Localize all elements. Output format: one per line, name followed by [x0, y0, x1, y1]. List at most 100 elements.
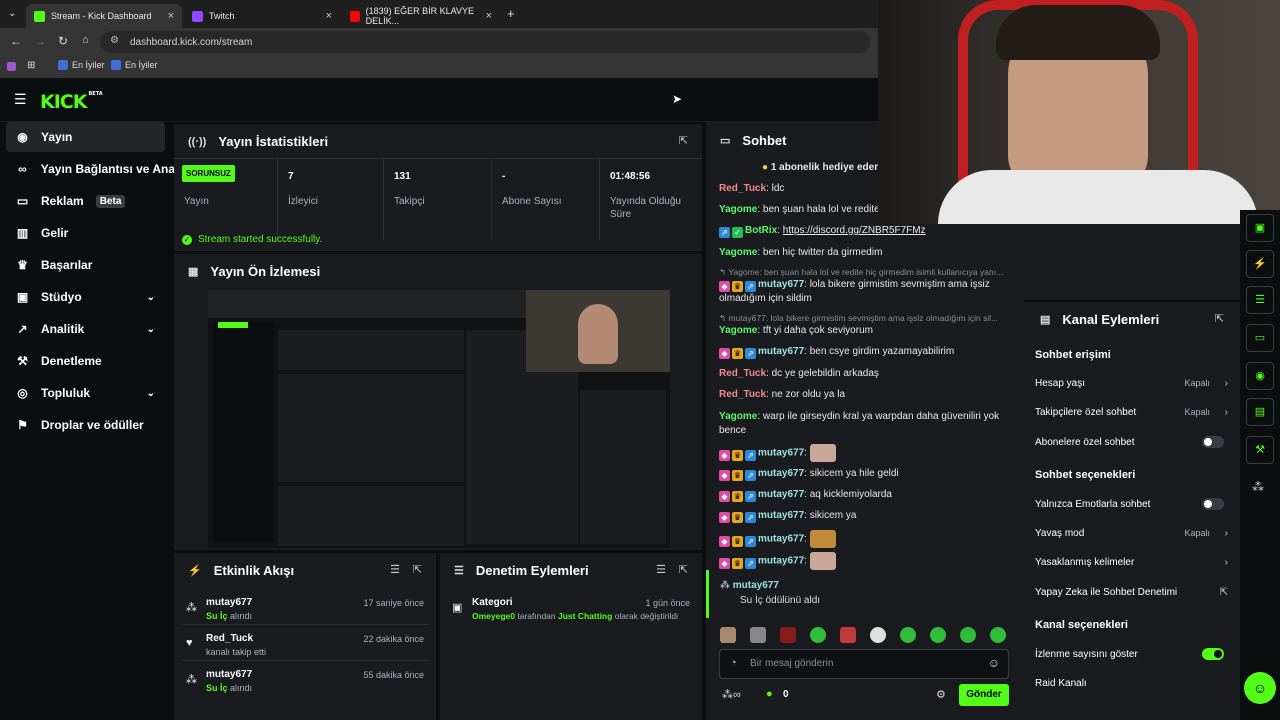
sidebar-item-reklam[interactable]: ▭ Reklam Beta	[6, 186, 165, 216]
bookmark-label: En İyiler	[72, 60, 105, 70]
sidebar-item-stream-key[interactable]: ∞ Yayın Bağlantısı ve Anahtarı	[6, 154, 178, 184]
setting-ai-moderation[interactable]: Yapay Zeka ile Sohbet Denetimi ⇱	[1035, 583, 1228, 601]
tab-youtube[interactable]: (1839) EĞER BİR KLAVYE DELİK... ×	[342, 4, 500, 28]
support-chat-icon[interactable]: ☺	[1244, 672, 1276, 704]
points-icon: ⁂	[186, 602, 197, 614]
kick-logo[interactable]: KICK BETA	[40, 91, 103, 113]
popout-icon[interactable]: ⇱	[1215, 312, 1224, 325]
chat-input[interactable]: ◔ Bir mesaj gönderin ☺	[719, 649, 1009, 679]
chat-message: ◆ ♛ ⇗ mutay677:	[719, 552, 1009, 570]
popout-icon[interactable]: ⇱	[679, 134, 688, 147]
close-icon[interactable]: ×	[326, 10, 332, 22]
tab-kick-dashboard[interactable]: Stream - Kick Dashboard ×	[26, 4, 182, 28]
chat-username[interactable]: Red_Tuck	[719, 183, 766, 194]
feed-user[interactable]: mutay677	[206, 669, 252, 680]
hammer-icon[interactable]: ⚒	[1246, 436, 1274, 464]
setting-banned-words[interactable]: Yasaklanmış kelimeler ›	[1035, 553, 1228, 571]
reward-user[interactable]: mutay677	[733, 580, 779, 591]
chat-username[interactable]: Red_Tuck	[719, 389, 766, 400]
filter-icon[interactable]: ☰	[390, 563, 400, 576]
popout-icon[interactable]: ⇱	[679, 563, 688, 576]
filter-icon[interactable]: ☰	[656, 563, 666, 576]
menu-icon[interactable]: ☰	[14, 91, 27, 108]
emote-button[interactable]	[780, 627, 796, 643]
broadcast-icon[interactable]: ◉	[1246, 362, 1274, 390]
chat-username[interactable]: BotRix	[745, 225, 777, 236]
emote-button[interactable]	[960, 627, 976, 643]
chat-username[interactable]: mutay677	[758, 346, 804, 357]
back-icon[interactable]: ←	[10, 34, 22, 48]
reload-icon[interactable]: ↻	[58, 34, 68, 48]
setting-account-age[interactable]: Hesap yaşı Kapalı ›	[1035, 374, 1228, 392]
chat-username[interactable]: Yagome	[719, 325, 757, 336]
emote-button[interactable]	[930, 627, 946, 643]
emote-button[interactable]	[720, 627, 736, 643]
emote-button[interactable]	[870, 627, 886, 643]
feed-user[interactable]: mutay677	[206, 597, 252, 608]
stream-preview-video[interactable]	[208, 290, 670, 548]
beta-badge: BETA	[88, 91, 103, 97]
home-icon[interactable]: ⌂	[82, 34, 89, 46]
send-button[interactable]: Gönder	[959, 684, 1009, 706]
points-infinite-icon[interactable]: ⁂∞	[722, 688, 741, 701]
sidebar-item-yayin[interactable]: ◉ Yayın	[6, 122, 165, 152]
bookmark-item[interactable]: En İyiler	[111, 60, 158, 70]
chat-username[interactable]: mutay677	[758, 489, 804, 500]
chat-username[interactable]: mutay677	[758, 468, 804, 479]
toggle-switch[interactable]	[1202, 648, 1224, 660]
chat-username[interactable]: mutay677	[758, 534, 804, 545]
chat-username[interactable]: mutay677	[758, 279, 804, 290]
chat-icon[interactable]: ▭	[1246, 324, 1274, 352]
emote-button[interactable]	[840, 627, 856, 643]
emote-button[interactable]	[810, 627, 826, 643]
sidebar-item-studyo[interactable]: ▣ Stüdyo ⌄	[6, 282, 165, 312]
new-tab-icon[interactable]: +	[507, 6, 515, 21]
channel-icon[interactable]: ▤	[1246, 398, 1274, 426]
emoji-icon[interactable]: ☺	[988, 656, 1000, 670]
chat-username[interactable]: Yagome	[719, 204, 757, 215]
setting-followers-only[interactable]: Takipçilere özel sohbet Kapalı ›	[1035, 403, 1228, 421]
forward-icon[interactable]: →	[34, 34, 46, 48]
sidebar-item-denetleme[interactable]: ⚒ Denetleme	[6, 346, 165, 376]
chat-username[interactable]: Yagome	[719, 411, 757, 422]
chat-settings-icon[interactable]: ◔	[730, 657, 737, 669]
apps-grid-icon[interactable]: ⊞	[27, 60, 35, 71]
chat-link[interactable]: https://discord.gg/ZNBR5F7FMz	[783, 225, 926, 236]
sidebar-item-basarilar[interactable]: ♛ Başarılar	[6, 250, 165, 280]
sidebar-item-label: Yayın Bağlantısı ve Anahtarı	[40, 162, 178, 176]
emote-button[interactable]	[900, 627, 916, 643]
address-bar[interactable]: ⚙ dashboard.kick.com/stream	[100, 31, 870, 53]
close-icon[interactable]: ×	[168, 10, 174, 22]
tab-list-chevron-icon[interactable]: ⌄	[8, 8, 16, 19]
emote-button[interactable]	[990, 627, 1006, 643]
rail-panel-icon[interactable]: ▣	[1246, 214, 1274, 242]
feed-user[interactable]: Red_Tuck	[206, 633, 253, 644]
toggle-switch[interactable]	[1202, 498, 1224, 510]
setting-slow-mode[interactable]: Yavaş mod Kapalı ›	[1035, 524, 1228, 542]
chat-username[interactable]: Red_Tuck	[719, 368, 766, 379]
chat-username[interactable]: Yagome	[719, 247, 757, 258]
chat-username[interactable]: mutay677	[758, 448, 804, 459]
sidebar-item-analitik[interactable]: ↗ Analitik ⌄	[6, 314, 165, 344]
tab-twitch[interactable]: Twitch ×	[184, 4, 340, 28]
bookmark-app-icon[interactable]	[7, 62, 16, 71]
chat-username[interactable]: mutay677	[758, 556, 804, 567]
emote-button[interactable]	[750, 627, 766, 643]
ad-icon: ▭	[16, 194, 29, 208]
bookmark-item[interactable]: En İyiler	[58, 60, 105, 70]
points-icon[interactable]: ⁂	[1252, 480, 1264, 494]
emote-image	[809, 530, 836, 548]
site-info-icon[interactable]: ⚙	[110, 35, 119, 46]
setting-label: Yavaş mod	[1035, 527, 1085, 539]
gear-icon[interactable]: ⚙	[936, 688, 946, 701]
sidebar-item-topluluk[interactable]: ◎ Topluluk ⌄	[6, 378, 165, 408]
list-icon[interactable]: ☰	[1246, 286, 1274, 314]
chat-username[interactable]: mutay677	[758, 510, 804, 521]
setting-raid-channel[interactable]: Raid Kanalı	[1035, 674, 1228, 692]
sidebar-item-gelir[interactable]: ▥ Gelir	[6, 218, 165, 248]
toggle-switch[interactable]	[1202, 436, 1224, 448]
popout-icon[interactable]: ⇱	[413, 563, 422, 576]
sidebar-item-droplar[interactable]: ⚑ Droplar ve ödüller	[6, 410, 165, 440]
close-icon[interactable]: ×	[486, 10, 492, 22]
lightning-icon[interactable]: ⚡	[1246, 250, 1274, 278]
